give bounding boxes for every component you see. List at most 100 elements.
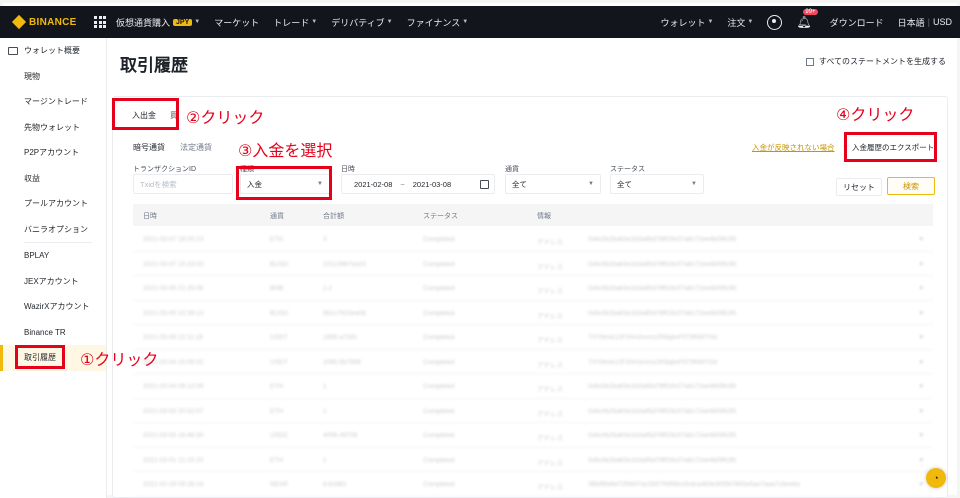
sidebar: ウォレット概要 現物 マージントレード 先物ウォレット P2Pアカウント 収益 … bbox=[0, 38, 107, 498]
expand-row-chevron-icon[interactable]: ▾ bbox=[919, 333, 923, 341]
sidebar-item-jex[interactable]: JEXアカウント bbox=[0, 269, 106, 295]
expand-row-chevron-icon[interactable]: ▾ bbox=[919, 456, 923, 464]
binance-logo-icon bbox=[11, 14, 27, 30]
chevron-down-icon: ▼ bbox=[462, 19, 469, 25]
support-chat-button[interactable]: ◔ bbox=[926, 468, 946, 488]
table-cell: Completed bbox=[423, 334, 455, 341]
currency-select-value: 全て bbox=[512, 179, 527, 189]
currency-select[interactable]: 全て ▼ bbox=[505, 174, 601, 194]
table-cell: アドレス bbox=[537, 361, 563, 369]
external-link-icon bbox=[805, 57, 814, 66]
subtab-crypto[interactable]: 暗号通貨 bbox=[133, 142, 165, 153]
sidebar-item-wallet-overview[interactable]: ウォレット概要 bbox=[0, 38, 106, 64]
nav-derivatives[interactable]: デリバティブ ▼ bbox=[331, 16, 392, 29]
txid-label: トランザクションID bbox=[133, 166, 196, 173]
expand-row-chevron-icon[interactable]: ▾ bbox=[919, 480, 923, 488]
table-cell: TXYbhvk12F2Hn3vvmz2R8qbxF5T9RWTGb bbox=[588, 334, 718, 341]
table-cell: NEAR bbox=[270, 481, 289, 488]
calendar-icon bbox=[480, 179, 489, 189]
sidebar-item-p2p[interactable]: P2Pアカウント bbox=[0, 140, 106, 166]
table-cell: 6.61882 bbox=[323, 481, 347, 488]
notification-bell-icon[interactable]: 🔔︎ 99+ bbox=[796, 9, 818, 29]
chat-icon: ◔ bbox=[933, 473, 939, 483]
expand-row-chevron-icon[interactable]: ▾ bbox=[919, 309, 923, 317]
sidebar-item-binance-tr[interactable]: Binance TR bbox=[0, 320, 106, 346]
table-cell: USDT bbox=[270, 358, 288, 366]
table-cell: USDC bbox=[270, 432, 289, 439]
date-range-picker[interactable]: 2021-02-08 ~ 2021-03-08 bbox=[341, 174, 495, 194]
nav-finance[interactable]: ファイナンス ▼ bbox=[407, 16, 469, 29]
sidebar-item-spot[interactable]: 現物 bbox=[0, 64, 106, 90]
expand-row-chevron-icon[interactable]: ▾ bbox=[919, 382, 923, 390]
table-row: 2021-03-04 10:09:02 USDT 2095.5b7956 Comple… bbox=[133, 350, 933, 374]
table-cell: 2021-03-03 16:46:30 bbox=[143, 432, 204, 439]
table-cell: アドレス bbox=[537, 410, 563, 418]
reset-button[interactable]: リセット bbox=[836, 178, 882, 196]
table-cell: 2021-03-03 20:52:07 bbox=[143, 407, 204, 415]
table-cell: 0x6c0b2ba63e1b3a85d78ff19c07a8c72ee4b09f… bbox=[588, 432, 737, 439]
generate-statement-link[interactable]: すべてのステートメントを生成する bbox=[805, 56, 946, 67]
table-cell: 0x6c0b2ba63e1b3a85d78ff19c07a8c72ee4b09f… bbox=[588, 383, 737, 390]
nav-markets[interactable]: マーケット bbox=[214, 16, 259, 29]
nav-wallet[interactable]: ウォレット ▼ bbox=[660, 16, 713, 29]
sidebar-item-bplay[interactable]: BPLAY bbox=[0, 243, 106, 269]
nav-buy-crypto[interactable]: 仮想通貨購入 JPY ▼ bbox=[116, 16, 200, 29]
sidebar-item-label: バニラオプション bbox=[24, 224, 88, 234]
highlight-box-type-select bbox=[236, 166, 332, 200]
nav-trade[interactable]: トレード ▼ bbox=[273, 16, 317, 29]
nav-markets-label: マーケット bbox=[214, 17, 260, 28]
sidebar-item-pool[interactable]: プールアカウント bbox=[0, 191, 106, 217]
sidebar-item-margin[interactable]: マージントレード bbox=[0, 89, 106, 115]
nav-orders[interactable]: 注文 ▼ bbox=[727, 16, 753, 29]
highlight-box-deposit-tab bbox=[112, 98, 179, 130]
expand-row-chevron-icon[interactable]: ▾ bbox=[919, 284, 923, 292]
sidebar-item-earn[interactable]: 収益 bbox=[0, 166, 106, 192]
table-cell: 2021-03-07 15:23:03 bbox=[143, 260, 204, 268]
table-cell: ETH bbox=[270, 456, 283, 464]
table-cell: 2095.5b7956 bbox=[323, 358, 361, 366]
expand-row-chevron-icon[interactable]: ▾ bbox=[919, 235, 923, 243]
sidebar-item-label: 収益 bbox=[24, 173, 40, 183]
table-cell: 2021-02-28 09:28:16 bbox=[143, 481, 204, 488]
table-cell: 2021-03-04 09:12:09 bbox=[143, 383, 204, 390]
sidebar-item-label: 現物 bbox=[24, 71, 40, 81]
table-row: 2021-03-07 18:00:13 ETH 3 Completed アドレス 0x6c… bbox=[133, 227, 933, 252]
nav-right-group: ウォレット ▼ 注文 ▼ 🔔︎ 99+ ダウンロード 日本語 | USD bbox=[660, 6, 952, 38]
search-button[interactable]: 検索 bbox=[887, 177, 935, 195]
sidebar-item-wazirx[interactable]: WazirXアカウント bbox=[0, 294, 106, 320]
table-cell: 0x6c0b2ba63e1b3a85d78ff19c07a8c72ee4b09f… bbox=[588, 285, 737, 292]
language-currency-selector[interactable]: 日本語 | USD bbox=[898, 16, 952, 29]
expand-row-chevron-icon[interactable]: ▾ bbox=[919, 260, 923, 268]
expand-row-chevron-icon[interactable]: ▾ bbox=[919, 431, 923, 439]
nav-download-label: ダウンロード bbox=[829, 17, 884, 28]
expand-row-chevron-icon[interactable]: ▾ bbox=[919, 407, 923, 415]
nav-wallet-label: ウォレット bbox=[660, 17, 706, 28]
apps-grid-icon[interactable] bbox=[94, 16, 106, 28]
table-cell: TXYbhvk12F2Hn3vvmz2R8qbxF5T9RWTGb bbox=[588, 358, 718, 366]
deposit-not-reflected-link[interactable]: 入金が反映されない場合 bbox=[752, 142, 835, 153]
table-cell: アドレス bbox=[537, 337, 563, 344]
sidebar-item-futures[interactable]: 先物ウォレット bbox=[0, 115, 106, 141]
language-label: 日本語 bbox=[897, 17, 925, 28]
column-header-info: 情報 bbox=[537, 213, 551, 220]
annotation-step2: ②クリック bbox=[186, 110, 265, 127]
subtab-fiat[interactable]: 法定通貨 bbox=[180, 142, 212, 153]
table-cell: 0x6c0b2ba63e1b3a85d78ff19c07a8c72ee4b09f… bbox=[588, 260, 737, 268]
sidebar-item-label: ウォレット概要 bbox=[24, 46, 80, 56]
table-cell: 5b1c7910ea08 bbox=[323, 309, 367, 317]
nav-buy-crypto-label: 仮想通貨購入 bbox=[116, 17, 171, 28]
table-cell: Completed bbox=[423, 285, 455, 292]
status-select[interactable]: 全て ▼ bbox=[610, 174, 704, 194]
binance-logo[interactable]: BINANCE bbox=[11, 14, 84, 30]
table-cell: 0x6c0b2ba63e1b3a85d78ff19c07a8c72ee4b09f… bbox=[588, 407, 737, 415]
sidebar-item-label: マージントレード bbox=[24, 97, 88, 107]
sidebar-item-vanilla-options[interactable]: バニラオプション bbox=[0, 217, 106, 243]
table-row: 2021-03-01 21:15:20 ETH 1 Completed アドレス 0x6c… bbox=[133, 448, 933, 472]
txid-search-input[interactable]: Txidを検索 bbox=[133, 174, 233, 194]
sidebar-item-label: Binance TR bbox=[24, 327, 66, 337]
expand-row-chevron-icon[interactable]: ▾ bbox=[919, 358, 923, 366]
annotation-step4: ④クリック bbox=[836, 107, 915, 124]
user-account-icon[interactable] bbox=[767, 14, 783, 30]
nav-download[interactable]: ダウンロード bbox=[830, 16, 884, 29]
table-cell: 2021-03-07 18:00:13 bbox=[143, 236, 204, 243]
